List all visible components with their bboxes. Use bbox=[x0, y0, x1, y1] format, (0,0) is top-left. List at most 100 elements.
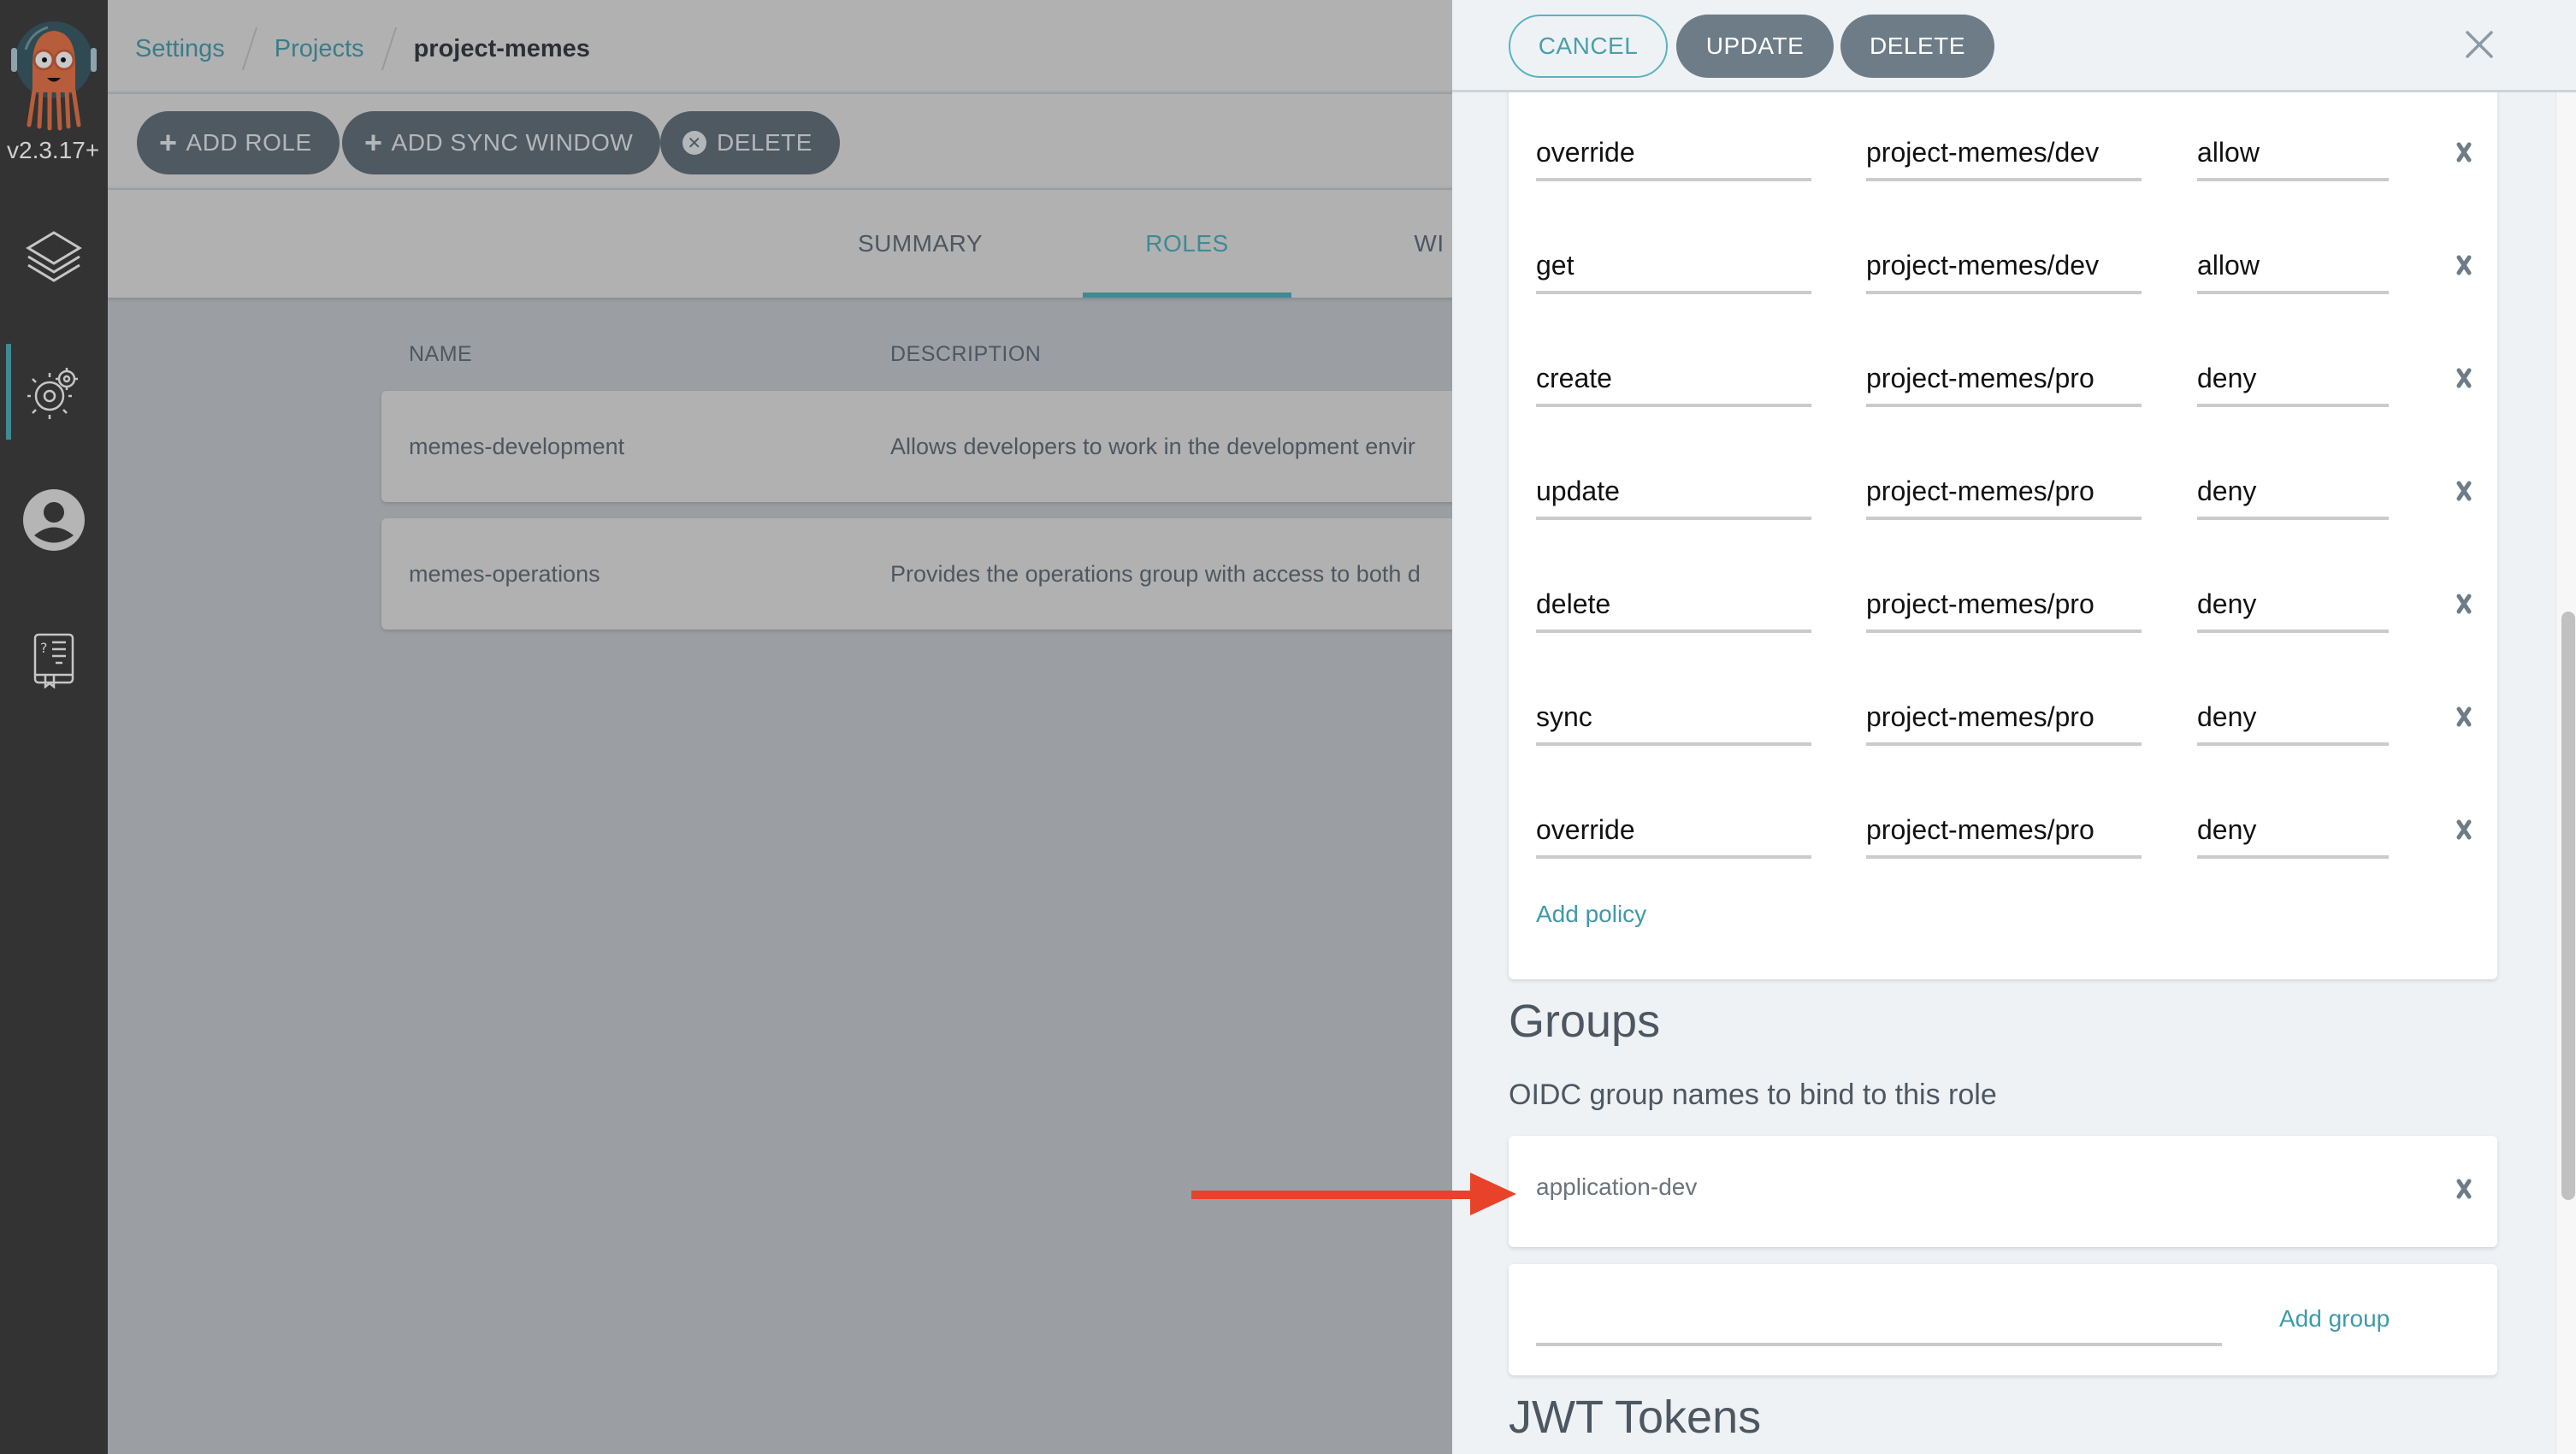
remove-policy-button[interactable] bbox=[2451, 701, 2477, 732]
delete-project-label: DELETE bbox=[717, 129, 812, 156]
remove-policy-button[interactable] bbox=[2451, 250, 2477, 281]
sidebar-item-user-info[interactable] bbox=[20, 486, 88, 554]
policy-permission-field[interactable]: deny bbox=[2197, 363, 2389, 407]
policy-action-field[interactable]: override bbox=[1536, 137, 1811, 181]
panel-scrollbar[interactable] bbox=[2555, 92, 2576, 1454]
close-icon bbox=[2456, 368, 2472, 388]
policies-card: override project-memes/dev allow get project… bbox=[1509, 75, 2497, 979]
column-header-description: DESCRIPTION bbox=[890, 342, 1042, 366]
remove-policy-button[interactable] bbox=[2451, 588, 2477, 619]
new-group-input[interactable] bbox=[1536, 1298, 2222, 1346]
policy-object-field[interactable]: project-memes/pro bbox=[1866, 476, 2142, 520]
update-button[interactable]: UPDATE bbox=[1676, 15, 1834, 78]
table-row[interactable]: memes-operations Provides the operations… bbox=[381, 518, 1493, 629]
close-icon[interactable] bbox=[2462, 27, 2496, 62]
close-icon bbox=[2456, 1179, 2472, 1199]
panel-header: CANCEL UPDATE DELETE bbox=[1452, 0, 2576, 92]
remove-group-button[interactable] bbox=[2451, 1173, 2477, 1204]
policy-action-field[interactable]: update bbox=[1536, 476, 1811, 520]
policy-action-field[interactable]: create bbox=[1536, 363, 1811, 407]
close-icon bbox=[2456, 594, 2472, 614]
policy-row: override project-memes/pro deny bbox=[1509, 797, 2497, 910]
column-header-name: NAME bbox=[409, 342, 473, 366]
policy-action-field[interactable]: override bbox=[1536, 814, 1811, 859]
policy-permission-field[interactable]: deny bbox=[2197, 814, 2389, 859]
remove-policy-button[interactable] bbox=[2451, 363, 2477, 393]
tab-roles-label: ROLES bbox=[1145, 230, 1229, 257]
user-icon bbox=[23, 489, 85, 551]
plus-icon: + bbox=[159, 125, 178, 160]
tab-roles[interactable]: ROLES bbox=[1083, 190, 1291, 298]
role-name: memes-development bbox=[409, 433, 625, 459]
policy-permission-field[interactable]: deny bbox=[2197, 588, 2389, 633]
breadcrumb-separator bbox=[241, 27, 257, 70]
arrow-head bbox=[1470, 1173, 1516, 1215]
close-icon bbox=[2456, 706, 2472, 727]
remove-policy-button[interactable] bbox=[2451, 814, 2477, 845]
policy-permission-field[interactable]: allow bbox=[2197, 137, 2389, 181]
arrow-shaft bbox=[1191, 1191, 1474, 1199]
sidebar: v2.3.17+ ? bbox=[0, 0, 108, 1454]
role-description: Provides the operations group with acces… bbox=[890, 560, 1421, 587]
policy-object-field[interactable]: project-memes/pro bbox=[1866, 363, 2142, 407]
group-name: application-dev bbox=[1536, 1173, 1698, 1200]
top-bar: Settings Projects project-memes bbox=[108, 0, 1452, 92]
close-icon bbox=[2456, 255, 2472, 275]
close-icon bbox=[2456, 142, 2472, 163]
table-row[interactable]: memes-development Allows developers to w… bbox=[381, 391, 1493, 502]
add-group-card: Add group bbox=[1509, 1264, 2497, 1375]
breadcrumb-settings[interactable]: Settings bbox=[135, 35, 225, 63]
policy-permission-field[interactable]: deny bbox=[2197, 476, 2389, 520]
policy-action-field[interactable]: sync bbox=[1536, 701, 1811, 746]
policy-row: update project-memes/pro deny bbox=[1509, 458, 2497, 571]
argo-logo[interactable] bbox=[7, 15, 101, 135]
groups-subtitle: OIDC group names to bind to this role bbox=[1509, 1079, 1997, 1111]
policy-object-field[interactable]: project-memes/pro bbox=[1866, 814, 2142, 859]
cancel-button[interactable]: CANCEL bbox=[1509, 15, 1668, 78]
add-role-button[interactable]: + ADD ROLE bbox=[137, 111, 340, 174]
panel-body: override project-memes/dev allow get project… bbox=[1452, 75, 2555, 1454]
active-nav-indicator bbox=[6, 344, 11, 440]
sidebar-item-applications[interactable] bbox=[20, 224, 88, 293]
add-sync-window-label: ADD SYNC WINDOW bbox=[391, 129, 634, 156]
policy-row: override project-memes/dev allow bbox=[1509, 120, 2497, 233]
policy-permission-field[interactable]: deny bbox=[2197, 701, 2389, 746]
breadcrumb-current: project-memes bbox=[413, 34, 590, 62]
sidebar-item-settings[interactable] bbox=[20, 358, 88, 426]
breadcrumb-separator bbox=[381, 27, 397, 70]
tab-bar: SUMMARY ROLES WI bbox=[108, 190, 1452, 298]
sidebar-item-documentation[interactable]: ? bbox=[20, 626, 88, 694]
edit-role-panel: CANCEL UPDATE DELETE override project-mem… bbox=[1452, 0, 2576, 1454]
policy-permission-field[interactable]: allow bbox=[2197, 250, 2389, 294]
gear-icon bbox=[27, 368, 78, 419]
breadcrumb: Settings Projects project-memes bbox=[135, 27, 590, 70]
groups-heading: Groups bbox=[1509, 996, 1661, 1047]
role-description: Allows developers to work in the develop… bbox=[890, 433, 1415, 459]
add-group-link[interactable]: Add group bbox=[2279, 1305, 2390, 1333]
policy-action-field[interactable]: get bbox=[1536, 250, 1811, 294]
delete-project-button[interactable]: ✕ DELETE bbox=[660, 111, 840, 174]
policy-row: sync project-memes/pro deny bbox=[1509, 684, 2497, 797]
version-label: v2.3.17+ bbox=[7, 137, 100, 163]
policy-row: create project-memes/pro deny bbox=[1509, 346, 2497, 458]
remove-policy-button[interactable] bbox=[2451, 137, 2477, 168]
plus-icon: + bbox=[364, 125, 383, 160]
tab-summary[interactable]: SUMMARY bbox=[818, 190, 1023, 298]
breadcrumb-projects[interactable]: Projects bbox=[275, 35, 364, 63]
add-sync-window-button[interactable]: + ADD SYNC WINDOW bbox=[342, 111, 661, 174]
role-name: memes-operations bbox=[409, 560, 600, 587]
policy-object-field[interactable]: project-memes/pro bbox=[1866, 701, 2142, 746]
circle-x-icon: ✕ bbox=[682, 131, 706, 155]
policy-object-field[interactable]: project-memes/dev bbox=[1866, 137, 2142, 181]
policy-action-field[interactable]: delete bbox=[1536, 588, 1811, 633]
policy-object-field[interactable]: project-memes/pro bbox=[1866, 588, 2142, 633]
add-role-label: ADD ROLE bbox=[186, 129, 312, 156]
close-icon bbox=[2456, 481, 2472, 501]
delete-role-button[interactable]: DELETE bbox=[1840, 15, 1994, 78]
panel-scrollbar-thumb[interactable] bbox=[2561, 612, 2575, 1200]
remove-policy-button[interactable] bbox=[2451, 476, 2477, 506]
policy-object-field[interactable]: project-memes/dev bbox=[1866, 250, 2142, 294]
tab-summary-label: SUMMARY bbox=[857, 230, 984, 257]
add-policy-link[interactable]: Add policy bbox=[1536, 901, 1646, 928]
tab-active-underline bbox=[1083, 293, 1291, 298]
